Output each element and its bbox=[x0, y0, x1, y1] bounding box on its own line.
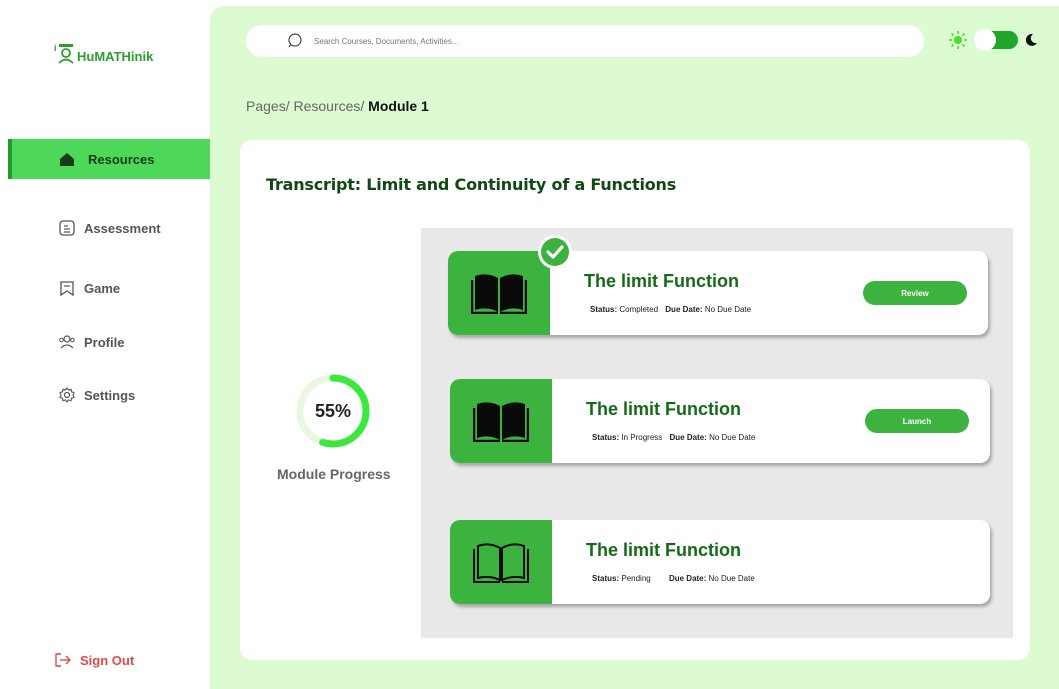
breadcrumb-current: Module 1 bbox=[368, 98, 429, 114]
sidebar-item-profile[interactable]: Profile bbox=[8, 322, 222, 362]
sidebar-item-label: Game bbox=[84, 280, 121, 296]
book-icon-box bbox=[450, 379, 552, 463]
status-label: Status: bbox=[592, 433, 620, 442]
sidebar-item-resources[interactable]: Resources bbox=[8, 139, 222, 179]
due-label: Due Date: bbox=[668, 574, 707, 583]
due-value: No Due Date bbox=[708, 574, 755, 583]
status-label: Status: bbox=[592, 574, 620, 583]
moon-icon[interactable] bbox=[1024, 33, 1038, 47]
progress-label: Module Progress bbox=[277, 466, 391, 482]
status-label: Status: bbox=[590, 305, 618, 314]
sidebar-item-settings[interactable]: Settings bbox=[8, 375, 222, 415]
lesson-meta: Status: In Progress Due Date: No Due Dat… bbox=[592, 433, 755, 442]
lesson-meta: Status: Pending Due Date: No Due Date bbox=[592, 574, 755, 583]
theme-toggle[interactable] bbox=[974, 29, 1018, 51]
status-value: Completed bbox=[619, 305, 659, 314]
app-logo[interactable]: i HuMATHinik bbox=[54, 42, 153, 64]
lesson-meta: Status: Completed Due Date: No Due Date bbox=[590, 305, 751, 314]
svg-text:i: i bbox=[54, 43, 57, 53]
logo-icon: i bbox=[54, 43, 74, 64]
toggle-knob bbox=[974, 29, 996, 51]
search-bar[interactable] bbox=[246, 25, 924, 57]
lesson-card[interactable]: The limit Function Status: Pending Due D… bbox=[450, 520, 990, 604]
review-button[interactable]: Review bbox=[863, 281, 967, 305]
launch-button[interactable]: Launch bbox=[865, 409, 969, 433]
assessment-icon bbox=[59, 220, 75, 236]
book-filled-icon bbox=[471, 274, 527, 314]
book-icon-box bbox=[450, 520, 552, 604]
sign-out-icon bbox=[55, 653, 71, 667]
status-value: Pending bbox=[621, 574, 651, 583]
due-label: Due Date: bbox=[669, 433, 707, 442]
search-icon bbox=[288, 33, 302, 48]
sidebar-item-label: Assessment bbox=[84, 220, 161, 236]
sidebar-item-label: Settings bbox=[84, 387, 136, 403]
gear-icon bbox=[59, 387, 75, 403]
search-input[interactable] bbox=[314, 36, 714, 46]
status-value: In Progress bbox=[621, 433, 663, 442]
due-value: No Due Date bbox=[704, 305, 752, 314]
book-icon-box bbox=[448, 251, 550, 335]
due-label: Due Date: bbox=[665, 305, 703, 314]
profile-icon bbox=[59, 335, 75, 349]
book-outline-icon bbox=[473, 543, 529, 583]
sidebar-item-game[interactable]: Game bbox=[8, 268, 222, 308]
progress-percentage: 55% bbox=[314, 400, 352, 421]
theme-toggle-group bbox=[948, 29, 1038, 51]
sun-icon[interactable] bbox=[948, 30, 968, 50]
sidebar-item-label: Resources bbox=[88, 151, 155, 167]
lesson-title: The limit Function bbox=[586, 540, 741, 560]
completed-check-icon bbox=[538, 235, 572, 269]
sign-out-label: Sign Out bbox=[80, 652, 135, 668]
logo-text: HuMATHinik bbox=[77, 49, 154, 64]
sidebar-item-assessment[interactable]: Assessment bbox=[8, 208, 222, 248]
sign-out-button[interactable]: Sign Out bbox=[54, 652, 134, 668]
book-filled-icon bbox=[473, 402, 529, 442]
breadcrumb: Pages/ Resources/ Module 1 bbox=[246, 98, 429, 114]
page-title: Transcript: Limit and Continuity of a Fu… bbox=[266, 175, 677, 194]
due-value: No Due Date bbox=[709, 433, 756, 442]
module-progress-ring: 55% bbox=[294, 372, 372, 450]
breadcrumb-path[interactable]: Pages/ Resources/ bbox=[246, 98, 368, 114]
sidebar: i HuMATHinik Resources Assessment Game P… bbox=[0, 0, 222, 689]
sidebar-item-label: Profile bbox=[84, 334, 125, 350]
lesson-card[interactable]: The limit Function Status: Completed Due… bbox=[448, 251, 988, 335]
lesson-title: The limit Function bbox=[584, 271, 739, 291]
home-icon bbox=[60, 153, 74, 166]
game-icon bbox=[60, 281, 74, 297]
lesson-title: The limit Function bbox=[586, 399, 741, 419]
lesson-card[interactable]: The limit Function Status: In Progress D… bbox=[450, 379, 990, 463]
